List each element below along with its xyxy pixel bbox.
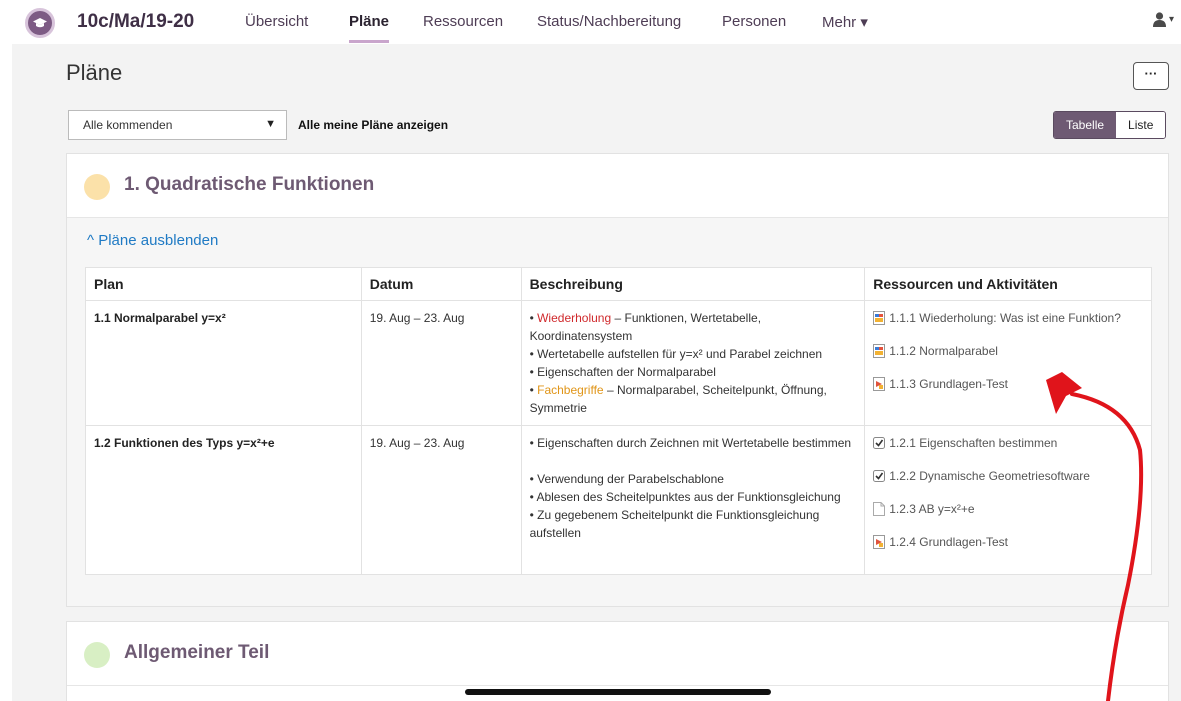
top-navigation: 10c/Ma/19-20 Übersicht Pläne Ressourcen … (0, 0, 1181, 44)
table-header-row: Plan Datum Beschreibung Ressourcen und A… (85, 267, 1152, 301)
view-list-button[interactable]: Liste (1116, 112, 1166, 138)
resource-label: 1.1.2 Normalparabel (889, 344, 998, 358)
description-text: Verwendung der Parabelschablone (537, 472, 724, 486)
description-text: Wertetabelle aufstellen für y=x² und Par… (537, 347, 823, 361)
description-text: Zu gegebenem Scheitelpunkt die Funktions… (529, 508, 820, 540)
description-item: • Eigenschaften der Normalparabel (529, 365, 716, 379)
description-text: Ablesen des Scheitelpunktes aus der Funk… (536, 490, 841, 504)
table-row: 1.1 Normalparabel y=x² 19. Aug – 23. Aug •… (85, 300, 1152, 426)
column-header: Ressourcen und Aktivitäten (864, 267, 1152, 301)
description-item: • Verwendung der Parabelschablone (529, 472, 724, 486)
section-body: ^ Pläne ausblenden Plan Datum Beschreibu… (67, 218, 1168, 606)
resource-link[interactable]: 1.1.1 Wiederholung: Was ist eine Funktio… (873, 309, 1143, 330)
column-header: Plan (85, 267, 362, 301)
resource-link[interactable]: 1.2.2 Dynamische Geometriesoftware (873, 467, 1143, 488)
nav-item-personen[interactable]: Personen (722, 13, 786, 30)
resource-link[interactable]: 1.1.3 Grundlagen-Test (873, 375, 1143, 396)
plans-table: Plan Datum Beschreibung Ressourcen und A… (85, 267, 1152, 575)
description-item: • Wiederholung – Funktionen, Wertetabell… (529, 311, 762, 343)
hide-plans-link[interactable]: ^ Pläne ausblenden (87, 232, 218, 249)
more-options-button[interactable]: ··· (1133, 62, 1169, 90)
caret-down-icon: ▼ (265, 118, 276, 130)
chevron-down-icon: ▾ (1169, 14, 1175, 25)
page-title: Pläne (66, 60, 123, 85)
table-row: 1.2 Funktionen des Typs y=x²+e 19. Aug – … (85, 425, 1152, 575)
section-title: Allgemeiner Teil (124, 642, 270, 663)
resource-label: 1.1.3 Grundlagen-Test (889, 377, 1008, 391)
description-item: • Fachbegriffe – Normalparabel, Scheitel… (529, 383, 827, 415)
section-title: 1. Quadratische Funktionen (124, 174, 375, 195)
quiz-icon (873, 375, 886, 396)
description-cell: • Eigenschaften durch Zeichnen mit Werte… (520, 425, 866, 575)
description-item: • Eigenschaften durch Zeichnen mit Werte… (529, 436, 852, 450)
resources-cell: 1.1.1 Wiederholung: Was ist eine Funktio… (864, 300, 1152, 426)
description-item: • Wertetabelle aufstellen für y=x² und P… (529, 347, 823, 361)
course-logo[interactable] (25, 8, 55, 38)
date-cell: 19. Aug – 23. Aug (360, 425, 522, 575)
plan-filter-select[interactable]: Alle kommenden ▼ (68, 110, 287, 140)
description-text: Eigenschaften der Normalparabel (537, 365, 716, 379)
date-cell: 19. Aug – 23. Aug (360, 300, 522, 426)
section-panel: 1. Quadratische Funktionen ^ Pläne ausbl… (66, 153, 1169, 607)
quiz-icon (873, 533, 886, 554)
resource-label: 1.2.1 Eigenschaften bestimmen (889, 436, 1058, 450)
show-all-plans-toggle[interactable]: Alle meine Pläne anzeigen (298, 118, 448, 132)
description-highlight[interactable]: Wiederholung (537, 311, 611, 325)
description-item: • Ablesen des Scheitelpunktes aus der Fu… (529, 490, 841, 504)
resource-label: 1.2.3 AB y=x²+e (889, 502, 975, 516)
document-icon (873, 500, 886, 521)
checkbox-icon (873, 434, 886, 455)
nav-item-status[interactable]: Status/Nachbereitung (537, 13, 681, 30)
resources-cell: 1.2.1 Eigenschaften bestimmen 1.2.2 Dynam… (864, 425, 1152, 575)
user-icon (1153, 12, 1166, 27)
nav-item-ressourcen[interactable]: Ressourcen (423, 13, 503, 30)
resource-label: 1.2.4 Grundlagen-Test (889, 535, 1008, 549)
description-cell: • Wiederholung – Funktionen, Wertetabell… (520, 300, 866, 426)
checkbox-icon (873, 467, 886, 488)
left-edge (0, 0, 12, 701)
course-title[interactable]: 10c/Ma/19-20 (77, 11, 194, 33)
resource-label: 1.1.1 Wiederholung: Was ist eine Funktio… (889, 311, 1121, 325)
graduation-cap-icon (33, 18, 47, 28)
nav-item-mehr[interactable]: Mehr ▾ (822, 13, 868, 31)
section-header[interactable]: Allgemeiner Teil (67, 622, 1168, 686)
description-text: Eigenschaften durch Zeichnen mit Werteta… (537, 436, 852, 450)
column-header: Beschreibung (520, 267, 866, 301)
resource-link[interactable]: 1.2.3 AB y=x²+e (873, 500, 1143, 521)
resource-link[interactable]: 1.1.2 Normalparabel (873, 342, 1143, 363)
section-color-dot (84, 642, 110, 668)
plan-cell[interactable]: 1.2 Funktionen des Typs y=x²+e (85, 425, 362, 575)
resource-label: 1.2.2 Dynamische Geometriesoftware (889, 469, 1090, 483)
section-header[interactable]: 1. Quadratische Funktionen (67, 154, 1168, 218)
resource-link[interactable]: 1.2.4 Grundlagen-Test (873, 533, 1143, 554)
view-toggle: Tabelle Liste (1053, 111, 1167, 139)
nav-item-plaene[interactable]: Pläne (349, 13, 390, 43)
description-item: • Zu gegebenem Scheitelpunkt die Funktio… (529, 508, 820, 540)
presentation-icon (873, 342, 886, 363)
plan-filter-value: Alle kommenden (83, 118, 173, 132)
home-indicator (465, 689, 771, 695)
section-color-dot (84, 174, 110, 200)
resource-link[interactable]: 1.2.1 Eigenschaften bestimmen (873, 434, 1143, 455)
view-table-button[interactable]: Tabelle (1054, 112, 1117, 138)
nav-item-uebersicht[interactable]: Übersicht (245, 13, 308, 30)
plan-cell[interactable]: 1.1 Normalparabel y=x² (85, 300, 362, 426)
column-header: Datum (360, 267, 522, 301)
presentation-icon (873, 309, 886, 330)
description-highlight[interactable]: Fachbegriffe (537, 383, 604, 397)
user-menu[interactable]: ▾ (1153, 12, 1174, 27)
